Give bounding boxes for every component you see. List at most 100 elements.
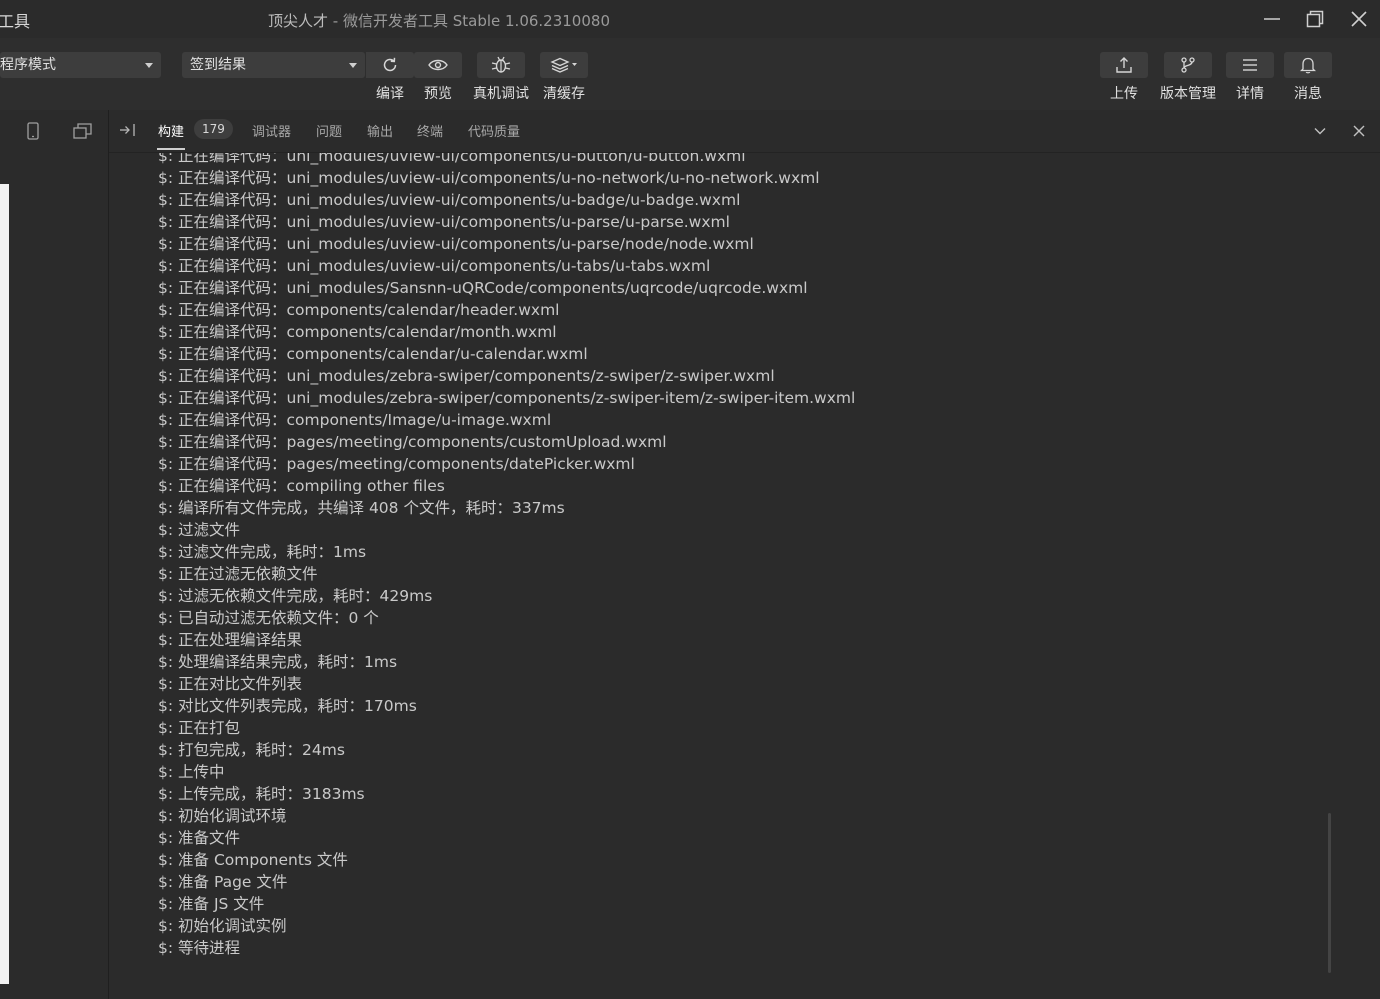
app-name: 工具 — [0, 12, 31, 31]
console-line: $: 正在编译代码：uni_modules/zebra-swiper/compo… — [158, 389, 856, 407]
details-button[interactable]: 详情 — [1226, 52, 1274, 103]
mode-select[interactable]: 程序模式 — [0, 52, 161, 78]
clear-cache-button[interactable]: 清缓存 — [539, 52, 589, 103]
toolbar: 程序模式 签到结果 编译 预览 真机调试 清缓存 上传 版本管理 详情 消息 — [0, 38, 1380, 110]
branch-icon — [1181, 57, 1195, 73]
active-tab-indicator — [157, 148, 185, 150]
console-line: $: 准备 Page 文件 — [158, 873, 288, 891]
debug-panel-header: 构建 179 调试器 问题 输出 终端 代码质量 — [109, 110, 1380, 153]
chevron-down-icon — [145, 63, 153, 68]
device-debug-button[interactable]: 真机调试 — [471, 52, 531, 103]
simulator-toolbar — [0, 110, 109, 152]
console-line: $: 正在编译代码：uni_modules/zebra-swiper/compo… — [158, 367, 775, 385]
console-line: $: 正在打包 — [158, 719, 241, 737]
upload-label: 上传 — [1110, 86, 1138, 102]
console-log: $: 正在编译代码：uni_modules/uview-ui/component… — [158, 153, 855, 959]
panel-close-button[interactable] — [1351, 123, 1367, 143]
messages-button[interactable]: 消息 — [1284, 52, 1332, 103]
close-window-button[interactable] — [1342, 4, 1376, 34]
device-debug-label: 真机调试 — [473, 86, 529, 102]
console-line: $: 过滤文件完成，耗时：1ms — [158, 543, 367, 561]
console-line: $: 初始化调试环境 — [158, 807, 287, 825]
console-line: $: 已自动过滤无依赖文件：0 个 — [158, 609, 379, 627]
console-line: $: 正在编译代码：uni_modules/uview-ui/component… — [158, 257, 711, 275]
menu-icon — [1243, 59, 1257, 71]
tab-problems[interactable]: 问题 — [316, 121, 342, 140]
preview-icon-button[interactable] — [414, 52, 462, 78]
device-button[interactable] — [26, 122, 40, 144]
phone-icon — [27, 122, 39, 140]
console-line: $: 正在编译代码：uni_modules/Sansnn-uQRCode/com… — [158, 279, 808, 297]
tab-output[interactable]: 输出 — [367, 121, 393, 140]
layers-icon — [550, 57, 577, 73]
preview-button[interactable]: 预览 — [414, 52, 462, 103]
console-line: $: 对比文件列表完成，耗时：170ms — [158, 697, 417, 715]
version-control-icon-button[interactable] — [1164, 52, 1212, 78]
compile-icon-button[interactable] — [366, 52, 414, 78]
simulator-panel — [0, 152, 109, 999]
details-label: 详情 — [1236, 86, 1264, 102]
console-line: $: 正在过滤无依赖文件 — [158, 565, 318, 583]
console-line: $: 处理编译结果完成，耗时：1ms — [158, 653, 398, 671]
compile-label: 编译 — [376, 86, 404, 102]
tab-build[interactable]: 构建 — [158, 121, 184, 140]
console-line: $: 正在编译代码：uni_modules/uview-ui/component… — [158, 153, 746, 165]
chevron-down-icon — [1314, 128, 1326, 135]
version-control-label: 版本管理 — [1160, 86, 1216, 102]
collapse-right-icon — [120, 124, 135, 136]
tab-code-quality[interactable]: 代码质量 — [468, 121, 520, 140]
chevron-down-icon — [349, 63, 357, 68]
collapse-panel-button[interactable] — [119, 122, 137, 142]
device-debug-icon-button[interactable] — [477, 52, 525, 78]
compile-mode-select[interactable]: 签到结果 — [182, 52, 365, 78]
console-line: $: 正在编译代码：compiling other files — [158, 477, 445, 495]
window-title: 顶尖人才 - 微信开发者工具 Stable 1.06.2310080 — [268, 10, 610, 31]
refresh-icon — [383, 57, 397, 72]
console-scrollbar[interactable] — [1328, 813, 1331, 973]
close-icon — [1353, 125, 1365, 137]
detach-window-button[interactable] — [73, 122, 93, 144]
upload-icon-button[interactable] — [1100, 52, 1148, 78]
console-line: $: 上传中 — [158, 763, 225, 781]
console-line: $: 正在编译代码：components/calendar/u-calendar… — [158, 345, 588, 363]
mode-select-value: 程序模式 — [0, 57, 56, 73]
compile-button[interactable]: 编译 — [366, 52, 414, 103]
maximize-button[interactable] — [1298, 4, 1332, 34]
version-control-button[interactable]: 版本管理 — [1158, 52, 1218, 103]
console-line: $: 正在编译代码：pages/meeting/components/dateP… — [158, 455, 635, 473]
console-line: $: 正在编译代码：uni_modules/uview-ui/component… — [158, 169, 820, 187]
messages-icon-button[interactable] — [1284, 52, 1332, 78]
console-line: $: 正在编译代码：components/calendar/month.wxml — [158, 323, 557, 341]
restore-icon — [1306, 10, 1324, 28]
console-line: $: 正在编译代码：uni_modules/uview-ui/component… — [158, 191, 741, 209]
minimize-button[interactable] — [1255, 4, 1289, 34]
console-line: $: 初始化调试实例 — [158, 917, 287, 935]
console-line: $: 正在编译代码：components/Image/u-image.wxml — [158, 411, 552, 429]
console-line: $: 准备文件 — [158, 829, 241, 847]
title-suffix: - 微信开发者工具 Stable 1.06.2310080 — [328, 12, 610, 30]
console-line: $: 正在编译代码：pages/meeting/components/custo… — [158, 433, 667, 451]
project-name: 顶尖人才 — [268, 12, 329, 30]
windows-icon — [73, 123, 92, 139]
console-line: $: 正在编译代码：uni_modules/uview-ui/component… — [158, 235, 754, 253]
console-line: $: 准备 JS 文件 — [158, 895, 265, 913]
tab-terminal[interactable]: 终端 — [417, 121, 443, 140]
console-line: $: 打包完成，耗时：24ms — [158, 741, 345, 759]
build-console[interactable]: $: 正在编译代码：uni_modules/uview-ui/component… — [109, 153, 1380, 999]
compile-mode-value: 签到结果 — [190, 57, 246, 73]
clear-cache-label: 清缓存 — [543, 86, 585, 102]
upload-button[interactable]: 上传 — [1100, 52, 1148, 103]
console-line: $: 过滤无依赖文件完成，耗时：429ms — [158, 587, 433, 605]
preview-label: 预览 — [424, 86, 452, 102]
console-line: $: 上传完成，耗时：3183ms — [158, 785, 365, 803]
clear-cache-icon-button[interactable] — [540, 52, 588, 78]
upload-icon — [1116, 57, 1132, 73]
simulator-screen[interactable] — [0, 184, 9, 984]
panel-minimize-button[interactable] — [1312, 123, 1328, 143]
tab-debugger[interactable]: 调试器 — [252, 121, 291, 140]
bell-icon — [1300, 57, 1316, 74]
minimize-icon — [1264, 18, 1280, 20]
console-line: $: 等待进程 — [158, 939, 241, 957]
details-icon-button[interactable] — [1226, 52, 1274, 78]
console-line: $: 编译所有文件完成，共编译 408 个文件，耗时：337ms — [158, 499, 565, 517]
